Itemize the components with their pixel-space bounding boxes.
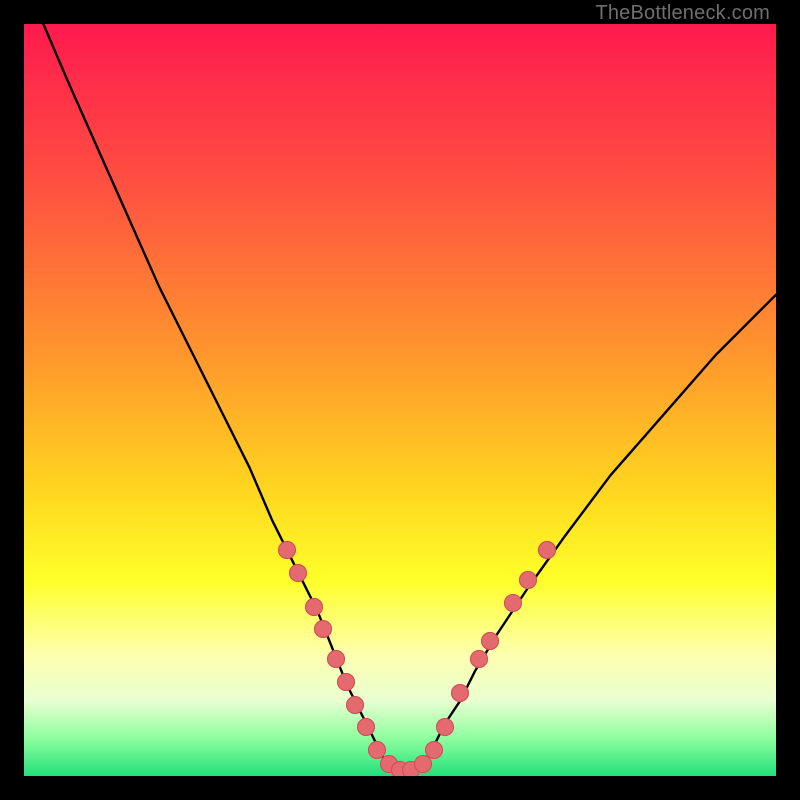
data-point	[278, 541, 296, 559]
chart-stage: { "watermark": { "text": "TheBottleneck.…	[0, 0, 800, 800]
data-point	[538, 541, 556, 559]
watermark-text: TheBottleneck.com	[595, 2, 770, 25]
data-point	[337, 673, 355, 691]
bottleneck-curve	[24, 24, 776, 771]
plot-area	[24, 24, 776, 776]
data-point	[481, 632, 499, 650]
curve-layer	[24, 24, 776, 776]
data-point	[314, 620, 332, 638]
data-point	[451, 684, 469, 702]
data-point	[327, 650, 345, 668]
data-point	[504, 594, 522, 612]
data-point	[305, 598, 323, 616]
data-point	[436, 718, 454, 736]
data-point	[519, 571, 537, 589]
data-point	[357, 718, 375, 736]
data-point	[470, 650, 488, 668]
data-point	[425, 741, 443, 759]
data-point	[346, 696, 364, 714]
data-point	[289, 564, 307, 582]
